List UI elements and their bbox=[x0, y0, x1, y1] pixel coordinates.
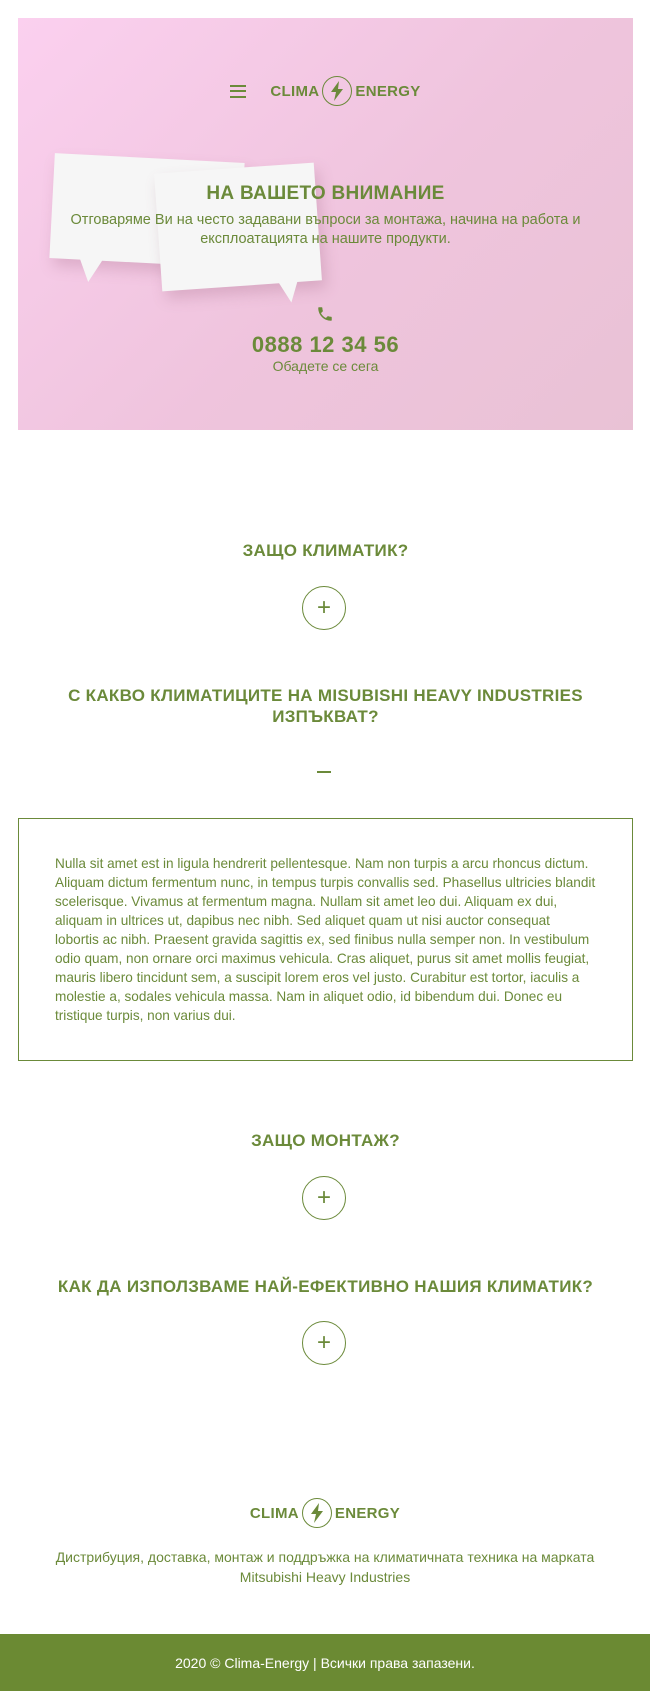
hamburger-icon[interactable] bbox=[230, 84, 247, 98]
copyright-text: 2020 © Clima-Energy | Всички права запаз… bbox=[175, 1654, 475, 1671]
faq-toggle-expand-1[interactable]: + bbox=[302, 586, 346, 630]
phone-number-link[interactable]: 0888 12 34 56 bbox=[18, 332, 633, 358]
lightning-bolt-icon bbox=[322, 76, 353, 106]
lightning-bolt-icon bbox=[301, 1498, 332, 1528]
faq-toggle-expand-4[interactable]: + bbox=[302, 1321, 346, 1365]
faq-question-3[interactable]: ЗАЩО МОНТАЖ? bbox=[18, 1130, 633, 1151]
phone-icon bbox=[316, 305, 336, 325]
logo-text-right: ENERGY bbox=[355, 82, 421, 100]
faq-toggle-expand-3[interactable]: + bbox=[302, 1176, 346, 1220]
hero-section: CLIMA ENERGY НА ВАШЕТО ВНИМАНИЕ Отговаря… bbox=[18, 18, 633, 430]
faq-answer-text: Nulla sit amet est in ligula hendrerit p… bbox=[55, 856, 596, 1023]
logo-text-left: CLIMA bbox=[270, 82, 320, 100]
page-title: НА ВАШЕТО ВНИМАНИЕ bbox=[206, 183, 445, 204]
logo-text-right: ENERGY bbox=[334, 1504, 401, 1522]
faq-question-4[interactable]: КАК ДА ИЗПОЛЗВАМЕ НАЙ-ЕФЕКТИВНО НАШИЯ КЛ… bbox=[18, 1276, 633, 1297]
faq-answer-2: Nulla sit amet est in ligula hendrerit p… bbox=[18, 818, 633, 1061]
footer-logo-wrap: CLIMA ENERGY bbox=[0, 1498, 650, 1528]
footer-logo[interactable]: CLIMA ENERGY bbox=[250, 1498, 400, 1528]
hero-subtitle: Отговаряме Ви на често задавани въпроси … bbox=[70, 212, 581, 247]
faq-toggle-collapse-2[interactable] bbox=[302, 762, 346, 782]
call-now-label: Обадете се сега bbox=[272, 358, 379, 374]
faq-question-1[interactable]: ЗАЩО КЛИМАТИК? bbox=[18, 540, 633, 561]
copyright-bar: 2020 © Clima-Energy | Всички права запаз… bbox=[0, 1634, 650, 1691]
top-nav: CLIMA ENERGY bbox=[18, 76, 633, 106]
site-logo[interactable]: CLIMA ENERGY bbox=[270, 76, 420, 106]
faq-question-2[interactable]: С КАКВО КЛИМАТИЦИТЕ НА MISUBISHI HEAVY I… bbox=[18, 685, 633, 727]
footer-description: Дистрибуция, доставка, монтаж и поддръжк… bbox=[55, 1549, 595, 1585]
logo-text-left: CLIMA bbox=[249, 1504, 299, 1522]
